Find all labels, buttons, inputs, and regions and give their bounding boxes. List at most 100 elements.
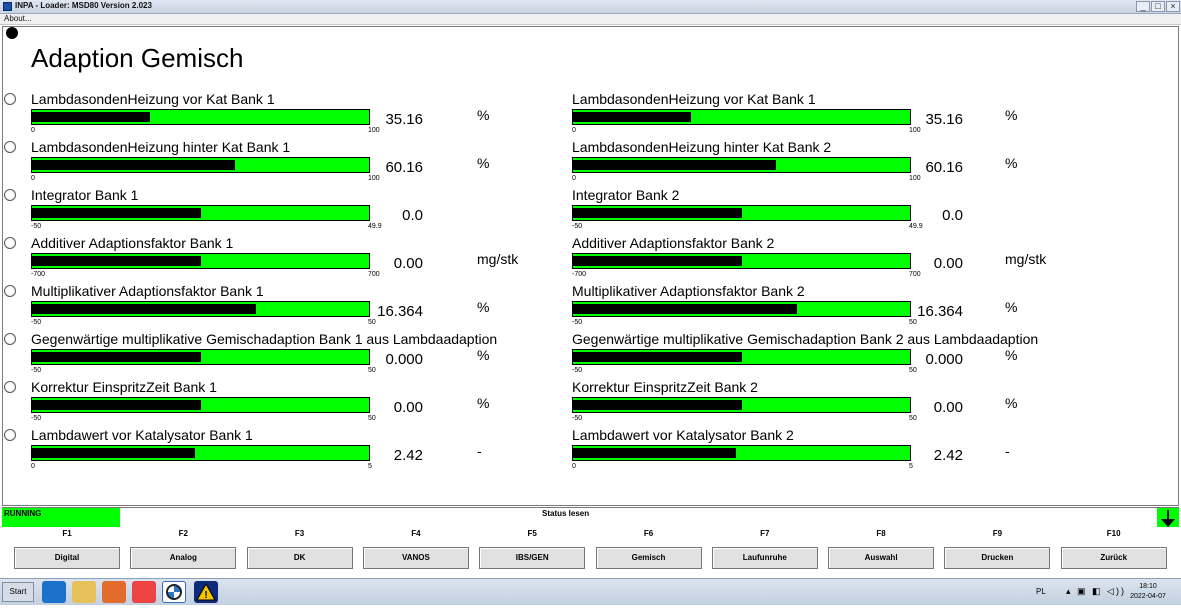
minimize-button[interactable]: _ <box>1136 1 1150 12</box>
bmw-icon[interactable] <box>162 581 186 603</box>
gauge-bar <box>31 109 370 125</box>
row-radio[interactable] <box>4 333 16 345</box>
scale-max: 50 <box>909 367 917 374</box>
gauge-bar <box>572 205 911 221</box>
measurement-label: LambdasondenHeizung vor Kat Bank 1 <box>572 91 816 107</box>
scale-min: 0 <box>572 463 576 470</box>
gauge-fill <box>32 160 235 170</box>
measurement-label: LambdasondenHeizung hinter Kat Bank 1 <box>31 139 291 155</box>
media-player-icon[interactable] <box>102 581 126 603</box>
measurement-label: Integrator Bank 2 <box>572 187 680 203</box>
fkey-button-f1[interactable]: Digital <box>14 547 120 569</box>
fkey-button-f3[interactable]: DK <box>246 547 353 569</box>
gauge-bar <box>31 445 370 461</box>
measurement-unit: % <box>477 347 490 363</box>
measurement-value: 2.42 <box>933 447 963 464</box>
row-radio[interactable] <box>4 429 16 441</box>
gauge-bar <box>572 157 911 173</box>
scale-min: -50 <box>31 319 42 326</box>
window-title: INPA - Loader: MSD80 Version 2.023 <box>15 1 152 10</box>
fkey-button-f5[interactable]: IBS/GEN <box>479 547 586 569</box>
scale-max: 50 <box>368 367 376 374</box>
gauge-bar <box>572 397 911 413</box>
fkey-button-f6[interactable]: Gemisch <box>595 547 702 569</box>
gauge-bar <box>572 109 911 125</box>
clock[interactable]: 18:10 2022-04-07 <box>1128 582 1168 602</box>
measurement-unit: % <box>477 155 490 171</box>
fkey-button-f2[interactable]: Analog <box>130 547 237 569</box>
fkey-button-f8[interactable]: Auswahl <box>828 547 935 569</box>
clock-time: 18:10 <box>1139 583 1157 590</box>
app-icon <box>3 2 12 11</box>
scale-max: 700 <box>909 271 921 278</box>
measurement-value: 35.16 <box>925 111 963 128</box>
measurement-label: LambdasondenHeizung hinter Kat Bank 2 <box>572 139 832 155</box>
down-arrow-icon[interactable] <box>1157 508 1179 529</box>
row-radio[interactable] <box>4 93 16 105</box>
fkey-label: F1 <box>62 529 72 538</box>
folder-icon[interactable] <box>72 581 96 603</box>
scale-min: -50 <box>572 223 583 230</box>
gauge-fill <box>32 352 201 362</box>
measurement-label: Gegenwärtige multiplikative Gemischadapt… <box>572 331 1039 347</box>
measurement-value: 0.00 <box>933 255 963 272</box>
gauge-fill <box>573 160 776 170</box>
gauge-fill <box>573 208 742 218</box>
fkey-label: F10 <box>1106 529 1121 538</box>
svg-text:!: ! <box>204 590 207 601</box>
scale-min: -50 <box>31 223 42 230</box>
scale-max: 49.9 <box>368 223 382 230</box>
gauge-bar <box>572 301 911 317</box>
tray-icons[interactable]: ▴ ▣ ◧ ◁)) <box>1066 586 1126 597</box>
gauge-bar <box>31 253 370 269</box>
scale-max: 100 <box>368 127 380 134</box>
gauge-fill <box>573 112 691 122</box>
fkey-button-f9[interactable]: Drucken <box>944 547 1051 569</box>
row-radio[interactable] <box>4 141 16 153</box>
chrome-icon[interactable] <box>132 581 156 603</box>
ie-icon[interactable] <box>42 581 66 603</box>
fkey-button-f10[interactable]: Zurück <box>1060 547 1167 569</box>
status-text: Status lesen <box>542 509 590 518</box>
gauge-bar <box>572 445 911 461</box>
gauge-fill <box>32 448 195 458</box>
gauge-fill <box>32 256 201 266</box>
gauge-bar <box>31 301 370 317</box>
gauge-bar <box>31 157 370 173</box>
fkey-label: F5 <box>527 529 537 538</box>
scale-max: 50 <box>909 415 917 422</box>
measurement-unit: % <box>1005 155 1018 171</box>
scale-max: 100 <box>909 127 921 134</box>
measurement-value: 60.16 <box>385 159 423 176</box>
gauge-fill <box>573 352 742 362</box>
menu-about[interactable]: About... <box>4 14 32 23</box>
maximize-button[interactable]: □ <box>1151 1 1165 12</box>
gauge-fill <box>573 400 742 410</box>
measurement-label: Lambdawert vor Katalysator Bank 1 <box>31 427 253 443</box>
scale-max: 5 <box>909 463 913 470</box>
status-bar: RUNNING Status lesen <box>2 507 1179 529</box>
fkey-button-f7[interactable]: Laufunruhe <box>711 547 818 569</box>
scale-max: 100 <box>368 175 380 182</box>
gauge-fill <box>32 112 150 122</box>
fkey-label: F9 <box>992 529 1003 538</box>
taskbar: Start ! PL ▴ ▣ ◧ ◁)) 18:10 2022-04-07 <box>0 578 1181 605</box>
start-button[interactable]: Start <box>2 582 34 602</box>
language-indicator[interactable]: PL <box>1036 587 1046 596</box>
gauge-bar <box>31 397 370 413</box>
scale-min: -700 <box>572 271 587 278</box>
measurement-unit: - <box>1005 443 1010 459</box>
warning-icon[interactable]: ! <box>194 581 218 603</box>
measurement-value: 35.16 <box>385 111 423 128</box>
row-radio[interactable] <box>4 189 16 201</box>
measurement-unit: % <box>477 299 490 315</box>
row-radio[interactable] <box>4 237 16 249</box>
selected-radio-dot[interactable] <box>6 27 18 39</box>
row-radio[interactable] <box>4 285 16 297</box>
fkey-button-f4[interactable]: VANOS <box>362 547 469 569</box>
measurement-label: Additiver Adaptionsfaktor Bank 1 <box>31 235 234 251</box>
scale-max: 5 <box>368 463 372 470</box>
close-button[interactable]: × <box>1166 1 1180 12</box>
row-radio[interactable] <box>4 381 16 393</box>
measurement-value: 16.364 <box>377 303 423 320</box>
